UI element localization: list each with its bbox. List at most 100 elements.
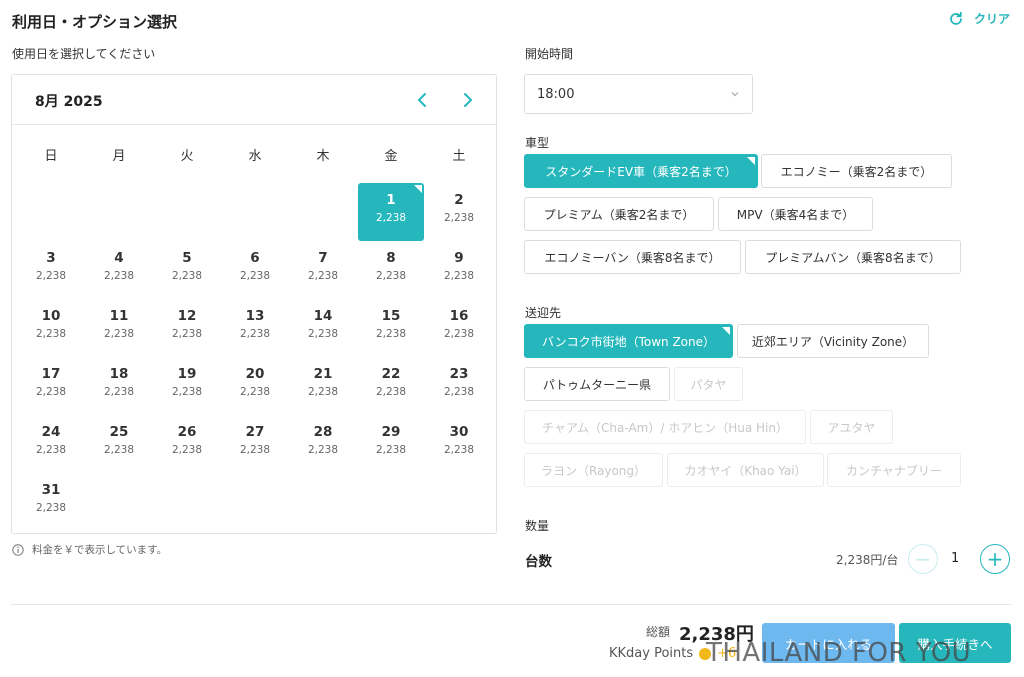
day-price: 2,238 (375, 212, 407, 224)
calendar-day[interactable]: 27 2,238 (221, 415, 289, 473)
vehicle-type-option-label: エコノミー（乗客2名まで） (780, 164, 933, 179)
calendar-day[interactable]: 21 2,238 (289, 357, 357, 415)
day-number: 14 (313, 308, 333, 324)
calendar-day[interactable]: 16 2,238 (425, 299, 493, 357)
day-number: 31 (41, 482, 61, 498)
calendar-day[interactable]: 22 2,238 (357, 357, 425, 415)
day-number: 2 (454, 192, 464, 208)
day-price: 2,238 (171, 328, 203, 340)
empty-cell (289, 183, 357, 241)
calendar-day[interactable]: 3 2,238 (17, 241, 85, 299)
destination-option-label: アユタヤ (827, 420, 876, 435)
points-value: +6 (717, 646, 737, 661)
destination-option[interactable]: バンコク市街地（Town Zone） (524, 324, 733, 358)
currency-note-text: 料金を￥で表示しています。 (32, 544, 168, 556)
decrement-button[interactable]: − (908, 544, 938, 574)
destination-option[interactable]: 近郊エリア（Vicinity Zone） (737, 324, 929, 358)
calendar-day[interactable]: 12 2,238 (153, 299, 221, 357)
day-number: 16 (449, 308, 469, 324)
start-time-select[interactable]: 18:00 (524, 74, 753, 114)
selected-corner-mark (747, 157, 755, 165)
day-price: 2,238 (307, 270, 339, 282)
next-month-button[interactable] (456, 89, 478, 111)
day-number: 4 (114, 250, 124, 266)
calendar-day[interactable]: 15 2,238 (357, 299, 425, 357)
destination-option[interactable]: パトゥムターニー県 (524, 367, 670, 401)
day-number: 20 (245, 366, 265, 382)
calendar-day[interactable]: 20 2,238 (221, 357, 289, 415)
calendar-day[interactable]: 23 2,238 (425, 357, 493, 415)
calendar-day[interactable]: 17 2,238 (17, 357, 85, 415)
calendar-day[interactable]: 31 2,238 (17, 473, 85, 531)
day-price: 2,238 (103, 270, 135, 282)
day-number: 5 (182, 250, 192, 266)
vehicle-type-option[interactable]: MPV（乗客4名まで） (718, 197, 873, 231)
calendar-day[interactable]: 10 2,238 (17, 299, 85, 357)
calendar-day[interactable]: 28 2,238 (289, 415, 357, 473)
day-number: 13 (245, 308, 265, 324)
destination-option: カンチャナブリー (827, 453, 961, 487)
day-price: 2,238 (239, 270, 271, 282)
calendar-day[interactable]: 18 2,238 (85, 357, 153, 415)
calendar-day[interactable]: 25 2,238 (85, 415, 153, 473)
calendar-day[interactable]: 1 2,238 (358, 183, 424, 241)
vehicle-type-option-label: MPV（乗客4名まで） (736, 207, 855, 222)
refresh-icon (950, 11, 962, 25)
calendar-day[interactable]: 9 2,238 (425, 241, 493, 299)
weekday-label: 月 (112, 149, 126, 164)
start-time-label: 開始時間 (525, 47, 574, 61)
day-number: 29 (381, 424, 401, 440)
calendar-day[interactable]: 13 2,238 (221, 299, 289, 357)
vehicle-type-option[interactable]: プレミアム（乗客2名まで） (524, 197, 714, 231)
points-label: KKday Points (609, 646, 694, 661)
day-price: 2,238 (375, 444, 407, 456)
calendar-day[interactable]: 30 2,238 (425, 415, 493, 473)
calendar-day[interactable]: 11 2,238 (85, 299, 153, 357)
chevron-down-icon (731, 92, 739, 97)
calendar-day[interactable]: 14 2,238 (289, 299, 357, 357)
day-number: 21 (313, 366, 333, 382)
quantity-item-label: 台数 (525, 554, 552, 570)
prev-month-button[interactable] (412, 89, 434, 111)
calendar-day[interactable]: 24 2,238 (17, 415, 85, 473)
calendar-day[interactable]: 7 2,238 (289, 241, 357, 299)
checkout-button[interactable]: 購入手続きへ (899, 623, 1011, 663)
weekday-header: 日月火水木金土 (17, 145, 496, 164)
calendar-day[interactable]: 4 2,238 (85, 241, 153, 299)
day-number: 1 (386, 192, 396, 208)
calendar-day[interactable]: 6 2,238 (221, 241, 289, 299)
day-price: 2,238 (171, 386, 203, 398)
destination-option-label: カンチャナブリー (846, 463, 942, 478)
day-number: 15 (381, 308, 401, 324)
day-price: 2,238 (443, 270, 475, 282)
clear-button[interactable]: クリア (948, 10, 1010, 27)
increment-button[interactable]: + (980, 544, 1010, 574)
total-label: 総額 (646, 625, 671, 639)
day-number: 28 (313, 424, 333, 440)
day-price: 2,238 (171, 270, 203, 282)
calendar-day[interactable]: 19 2,238 (153, 357, 221, 415)
add-to-cart-button[interactable]: カートに入れる (762, 623, 895, 663)
date-select-label: 使用日を選択してください (12, 47, 156, 61)
calendar-day[interactable]: 5 2,238 (153, 241, 221, 299)
vehicle-type-option[interactable]: エコノミーバン（乗客8名まで） (524, 240, 741, 274)
calendar-day[interactable]: 8 2,238 (357, 241, 425, 299)
weekday-label: 日 (44, 149, 58, 164)
day-price: 2,238 (239, 328, 271, 340)
day-price: 2,238 (239, 444, 271, 456)
vehicle-type-option[interactable]: スタンダードEV車（乗客2名まで） (524, 154, 758, 188)
day-number: 18 (109, 366, 129, 382)
currency-note: 料金を￥で表示しています。 (12, 542, 167, 557)
calendar-day[interactable]: 26 2,238 (153, 415, 221, 473)
clear-label: クリア (973, 12, 1010, 26)
day-price: 2,238 (103, 444, 135, 456)
day-price: 2,238 (239, 386, 271, 398)
weekday-label: 火 (180, 149, 194, 164)
day-number: 30 (449, 424, 469, 440)
vehicle-type-option[interactable]: エコノミー（乗客2名まで） (761, 154, 952, 188)
vehicle-type-option[interactable]: プレミアムバン（乗客8名まで） (745, 240, 961, 274)
day-price: 2,238 (171, 444, 203, 456)
calendar-day[interactable]: 2 2,238 (425, 183, 493, 241)
day-price: 2,238 (375, 328, 407, 340)
calendar-day[interactable]: 29 2,238 (357, 415, 425, 473)
